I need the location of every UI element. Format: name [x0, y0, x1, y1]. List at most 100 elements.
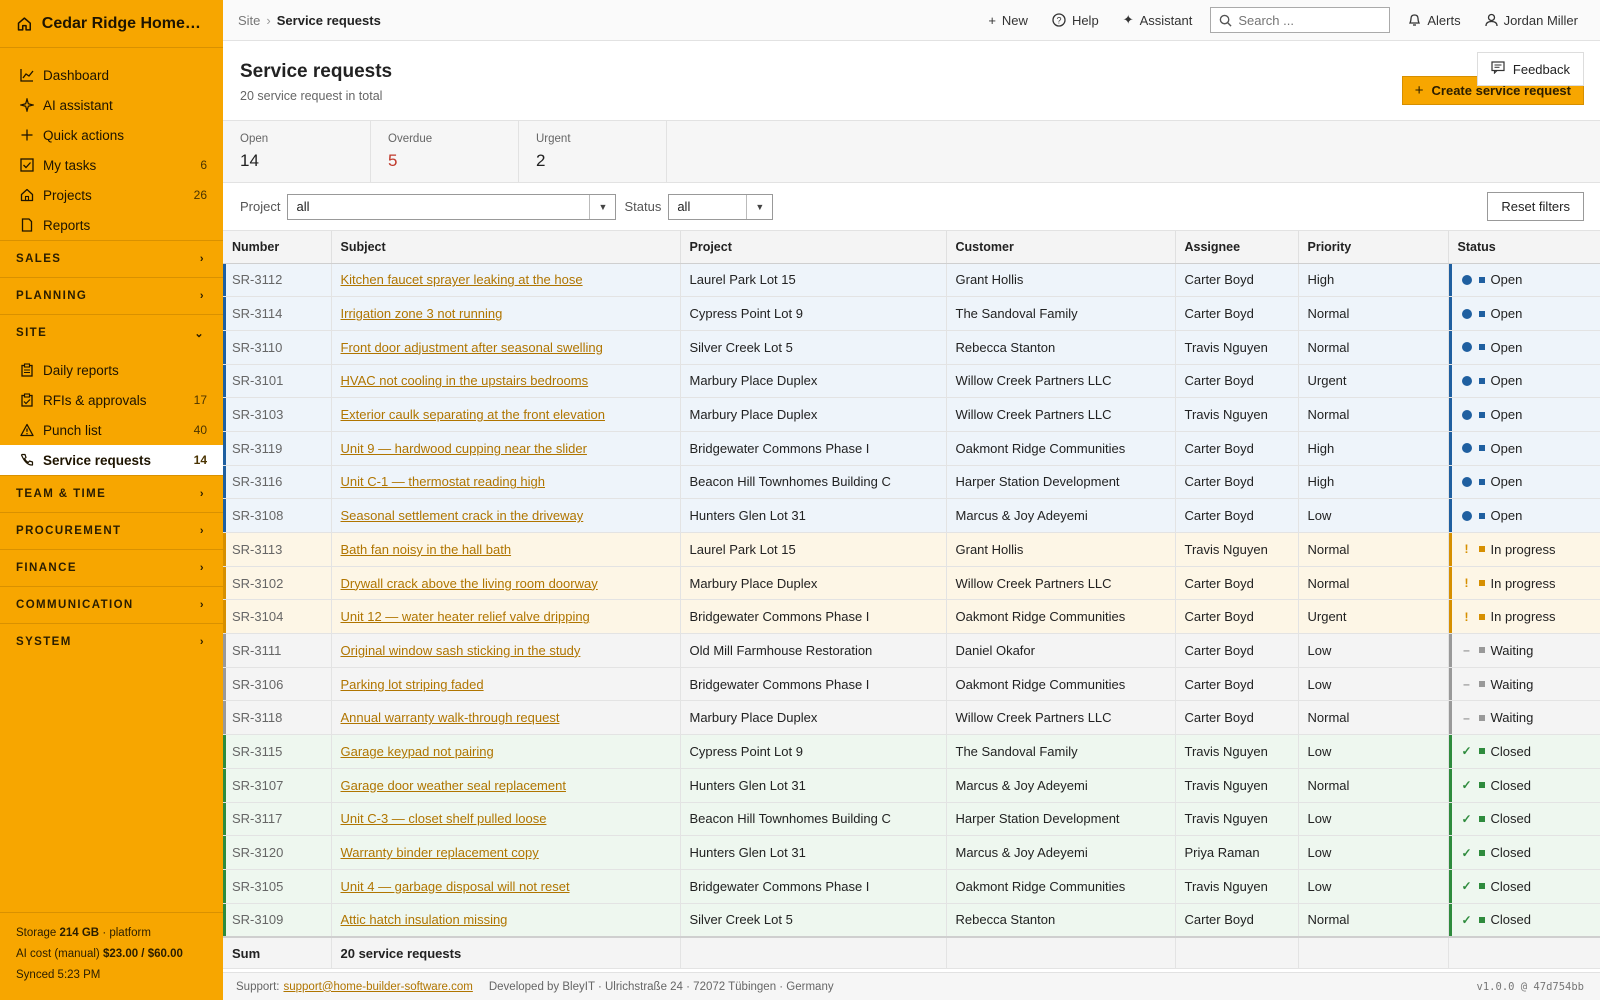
table-row[interactable]: SR-3118 Annual warranty walk-through requ…	[223, 700, 1600, 736]
table-row[interactable]: SR-3105 Unit 4 — garbage disposal will no…	[223, 869, 1600, 904]
sidebar-item-rfis-approvals[interactable]: RFIs & approvals 17	[0, 385, 223, 415]
subject-link[interactable]: Garage door weather seal replacement	[341, 778, 566, 793]
sidebar-item-ai-assistant[interactable]: AI assistant	[0, 90, 223, 120]
status-square-icon	[1478, 411, 1485, 418]
subject-link[interactable]: Garage keypad not pairing	[341, 744, 494, 759]
sidebar-item-service-requests[interactable]: Service requests 14	[0, 445, 223, 475]
column-header-subject[interactable]: Subject	[331, 231, 681, 264]
table-row[interactable]: SR-3101 HVAC not cooling in the upstairs …	[223, 364, 1600, 399]
subject-link[interactable]: Seasonal settlement crack in the drivewa…	[341, 508, 584, 523]
alerts-button[interactable]: Alerts	[1408, 13, 1461, 28]
stat-urgent[interactable]: Urgent 2	[519, 121, 667, 182]
cell-customer: Harper Station Development	[946, 802, 1176, 837]
section-procurement[interactable]: PROCUREMENT ›	[0, 512, 223, 549]
table-row[interactable]: SR-3115 Garage keypad not pairing Cypress …	[223, 734, 1600, 769]
cell-subject: Garage keypad not pairing	[331, 734, 681, 769]
user-menu[interactable]: Jordan Miller	[1484, 13, 1578, 28]
subject-link[interactable]: Attic hatch insulation missing	[341, 912, 508, 927]
subject-link[interactable]: Front door adjustment after seasonal swe…	[341, 340, 603, 355]
sidebar-item-daily-reports[interactable]: Daily reports	[0, 355, 223, 385]
table-row[interactable]: SR-3113 Bath fan noisy in the hall bath La…	[223, 532, 1600, 567]
section-team-time[interactable]: TEAM & TIME ›	[0, 475, 223, 512]
section-label: SALES	[16, 253, 62, 265]
section-site[interactable]: SITE ⌄	[0, 314, 223, 351]
subject-link[interactable]: Unit 12 — water heater relief valve drip…	[341, 609, 590, 624]
stat-open[interactable]: Open 14	[223, 121, 371, 182]
table-row[interactable]: SR-3108 Seasonal settlement crack in the …	[223, 498, 1600, 533]
subject-link[interactable]: Kitchen faucet sprayer leaking at the ho…	[341, 272, 583, 287]
column-header-customer[interactable]: Customer	[946, 231, 1176, 264]
column-header-project[interactable]: Project	[680, 231, 947, 264]
sidebar-item-quick-actions[interactable]: Quick actions	[0, 120, 223, 150]
section-system[interactable]: SYSTEM ›	[0, 623, 223, 660]
subject-link[interactable]: Annual warranty walk-through request	[341, 710, 560, 725]
table-row[interactable]: SR-3102 Drywall crack above the living ro…	[223, 566, 1600, 601]
sum-row: Sum 20 service requests	[223, 935, 1600, 970]
table-row[interactable]: SR-3111 Original window sash sticking in …	[223, 633, 1600, 668]
subject-link[interactable]: Exterior caulk separating at the front e…	[341, 407, 605, 422]
table-row[interactable]: SR-3103 Exterior caulk separating at the …	[223, 397, 1600, 432]
breadcrumb-root[interactable]: Site	[238, 13, 260, 28]
table-row[interactable]: SR-3104 Unit 12 — water heater relief val…	[223, 599, 1600, 635]
feedback-button[interactable]: Feedback	[1476, 52, 1584, 86]
table-row[interactable]: SR-3112 Kitchen faucet sprayer leaking at…	[223, 263, 1600, 298]
table-row[interactable]: SR-3116 Unit C-1 — thermostat reading hig…	[223, 465, 1600, 500]
column-header-status[interactable]: Status	[1448, 231, 1600, 264]
section-communication[interactable]: COMMUNICATION ›	[0, 586, 223, 623]
column-header-priority[interactable]: Priority	[1298, 231, 1449, 264]
brand[interactable]: Cedar Ridge Homes L...	[0, 0, 223, 48]
section-planning[interactable]: PLANNING ›	[0, 277, 223, 314]
cell-project: Marbury Place Duplex	[680, 397, 947, 432]
subject-link[interactable]: Warranty binder replacement copy	[341, 845, 539, 860]
checkmark-icon: ✓	[1461, 778, 1472, 793]
sidebar-item-projects[interactable]: Projects 26	[0, 180, 223, 210]
table-row[interactable]: SR-3106 Parking lot striping faded Bridgew…	[223, 667, 1600, 702]
cell-number: SR-3103	[223, 397, 332, 432]
sidebar-item-punch-list[interactable]: Punch list 40	[0, 415, 223, 445]
status-square-icon	[1478, 445, 1485, 452]
status-filter-value: all	[677, 199, 691, 214]
subject-link[interactable]: HVAC not cooling in the upstairs bedroom…	[341, 373, 589, 388]
table-row[interactable]: SR-3114 Irrigation zone 3 not running Cypr…	[223, 296, 1600, 331]
checkmark-icon: ✓	[1461, 744, 1472, 759]
subject-link[interactable]: Drywall crack above the living room door…	[341, 576, 598, 591]
clipboard-check-icon	[20, 393, 34, 407]
table-row[interactable]: SR-3117 Unit C-3 — closet shelf pulled lo…	[223, 802, 1600, 837]
table-row[interactable]: SR-3119 Unit 9 — hardwood cupping near th…	[223, 431, 1600, 466]
section-finance[interactable]: FINANCE ›	[0, 549, 223, 586]
new-button[interactable]: + New	[988, 13, 1028, 28]
table-row[interactable]: SR-3109 Attic hatch insulation missing Sil…	[223, 903, 1600, 938]
table-row[interactable]: SR-3120 Warranty binder replacement copy H…	[223, 835, 1600, 870]
support-email-link[interactable]: support@home-builder-software.com	[283, 981, 472, 993]
column-header-assignee[interactable]: Assignee	[1175, 231, 1299, 264]
sidebar-item-label: Punch list	[43, 422, 102, 438]
chevron-right-icon: ›	[199, 525, 205, 537]
subject-link[interactable]: Bath fan noisy in the hall bath	[341, 542, 512, 557]
section-label: PROCUREMENT	[16, 525, 122, 537]
reset-filters-button[interactable]: Reset filters	[1487, 192, 1584, 221]
subject-link[interactable]: Parking lot striping faded	[341, 677, 484, 692]
column-header-number[interactable]: Number	[223, 231, 332, 264]
help-button[interactable]: ? Help	[1052, 13, 1099, 28]
table-row[interactable]: SR-3110 Front door adjustment after seaso…	[223, 330, 1600, 365]
stat-overdue[interactable]: Overdue 5	[371, 121, 519, 182]
subject-link[interactable]: Original window sash sticking in the stu…	[341, 643, 581, 658]
sidebar-item-my-tasks[interactable]: My tasks 6	[0, 150, 223, 180]
sidebar-item-dashboard[interactable]: Dashboard	[0, 60, 223, 90]
status-filter-select[interactable]: all ▼	[668, 193, 774, 220]
status-dot	[1461, 409, 1472, 420]
assistant-button[interactable]: ✦ Assistant	[1123, 12, 1193, 28]
subject-link[interactable]: Unit C-1 — thermostat reading high	[341, 474, 545, 489]
subject-link[interactable]: Unit 9 — hardwood cupping near the slide…	[341, 441, 587, 456]
subject-link[interactable]: Unit 4 — garbage disposal will not reset	[341, 879, 570, 894]
subject-link[interactable]: Irrigation zone 3 not running	[341, 306, 503, 321]
subject-link[interactable]: Unit C-3 — closet shelf pulled loose	[341, 811, 547, 826]
section-sales[interactable]: SALES ›	[0, 240, 223, 277]
search-input[interactable]	[1238, 12, 1379, 28]
project-filter-select[interactable]: all ▼	[287, 193, 617, 220]
chevron-right-icon: ›	[199, 253, 205, 265]
sparkle-icon: ✦	[1122, 12, 1134, 27]
table-row[interactable]: SR-3107 Garage door weather seal replacem…	[223, 768, 1600, 803]
search-box[interactable]	[1210, 7, 1391, 33]
sidebar-item-reports[interactable]: Reports	[0, 210, 223, 240]
